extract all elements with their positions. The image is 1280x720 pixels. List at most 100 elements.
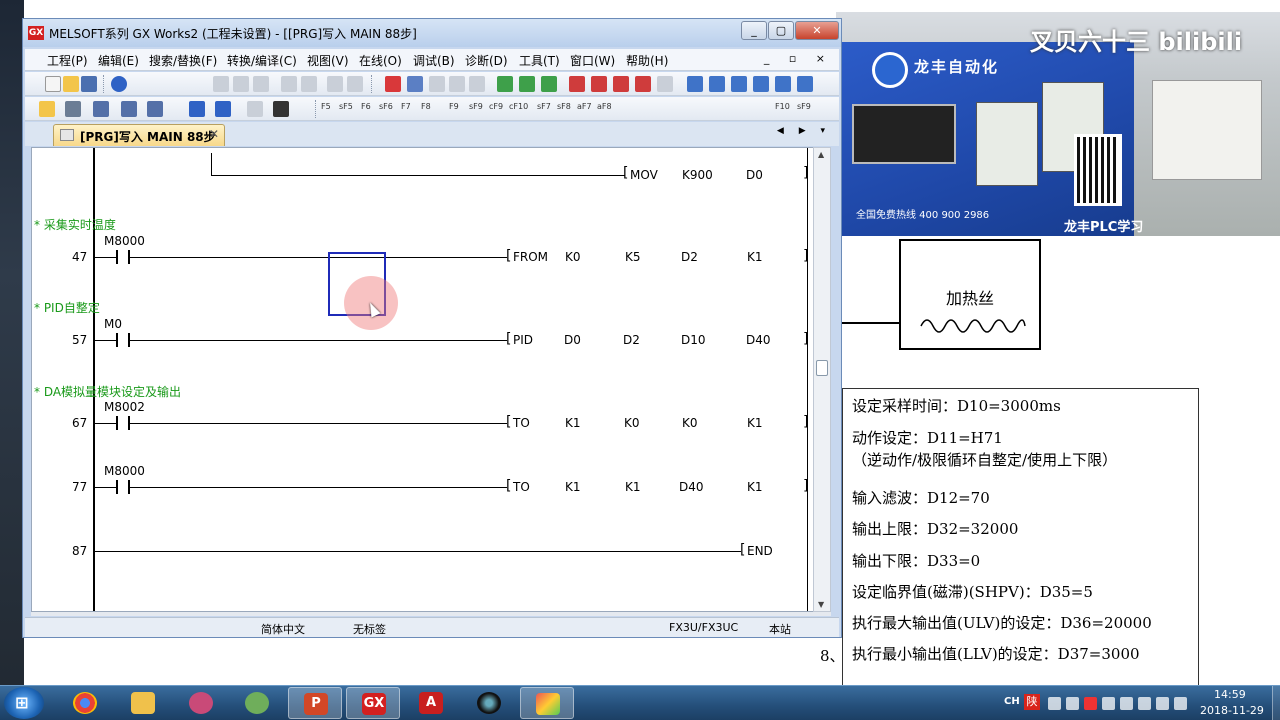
zoom-icon[interactable] xyxy=(189,101,205,117)
vertical-scrollbar[interactable]: ▲ ▼ xyxy=(813,147,831,612)
language-indicator[interactable]: CH xyxy=(1004,696,1020,707)
help-icon[interactable] xyxy=(111,76,127,92)
tray-app-icon[interactable] xyxy=(1084,697,1097,710)
taskbar-gx-works[interactable]: GX xyxy=(346,687,400,719)
cut-icon[interactable] xyxy=(385,76,401,92)
start-button[interactable]: ⊞ xyxy=(4,687,44,719)
undo-icon[interactable] xyxy=(449,76,465,92)
menu-project[interactable]: 工程(P) xyxy=(47,52,88,69)
debug-icon[interactable] xyxy=(731,76,747,92)
key-af8[interactable]: aF8 xyxy=(597,102,612,111)
online-icon[interactable] xyxy=(591,76,607,92)
instruction-op[interactable]: TO xyxy=(513,480,530,494)
online-icon[interactable] xyxy=(613,76,629,92)
tray-chevron-icon[interactable] xyxy=(1048,697,1061,710)
key-sf8[interactable]: sF8 xyxy=(557,102,571,111)
zoom-icon[interactable] xyxy=(215,101,231,117)
taskbar-chrome[interactable] xyxy=(58,687,112,719)
clock-time[interactable]: 14:59 xyxy=(1214,688,1246,701)
debug-icon[interactable] xyxy=(797,76,813,92)
instruction-op[interactable]: END xyxy=(747,544,773,558)
taskbar-screenshot-tool[interactable] xyxy=(174,687,228,719)
ladder-editor[interactable]: [ MOV K900 D0 ] * 采集实时温度 M8000 47 [ FROM… xyxy=(31,147,823,612)
menu-search-replace[interactable]: 搜索/替换(F) xyxy=(149,52,217,69)
scrollbar-thumb[interactable] xyxy=(816,360,828,376)
clock-date[interactable]: 2018-11-29 xyxy=(1200,704,1264,717)
action-center-icon[interactable] xyxy=(1174,697,1187,710)
horizontal-scrollbar[interactable] xyxy=(31,612,831,616)
app-icon[interactable]: GX xyxy=(28,26,44,40)
program-icon[interactable] xyxy=(281,76,297,92)
paste-icon[interactable] xyxy=(429,76,445,92)
menu-diagnostics[interactable]: 诊断(D) xyxy=(465,52,508,69)
ladder-icon[interactable] xyxy=(65,101,81,117)
tab-main-program[interactable]: [PRG]写入 MAIN 88步 ✕ xyxy=(53,124,225,146)
ime-indicator[interactable]: 陕 xyxy=(1024,694,1040,710)
tray-app-icon[interactable] xyxy=(1120,697,1133,710)
menu-help[interactable]: 帮助(H) xyxy=(626,52,668,69)
ladder-icon[interactable] xyxy=(39,101,55,117)
key-f10[interactable]: F10 xyxy=(775,102,790,111)
key-f6[interactable]: F6 xyxy=(361,102,371,111)
ladder-icon[interactable] xyxy=(247,101,263,117)
menu-window[interactable]: 窗口(W) xyxy=(570,52,615,69)
key-f9[interactable]: F9 xyxy=(449,102,459,111)
instruction-op[interactable]: FROM xyxy=(513,250,548,264)
scroll-up-icon[interactable]: ▲ xyxy=(818,150,824,159)
menu-online[interactable]: 在线(O) xyxy=(359,52,402,69)
scroll-down-icon[interactable]: ▼ xyxy=(818,600,824,609)
ladder-icon[interactable] xyxy=(93,101,109,117)
program-icon[interactable] xyxy=(301,76,317,92)
maximize-button[interactable]: ▢ xyxy=(768,21,794,40)
device-icon[interactable] xyxy=(519,76,535,92)
mdi-controls[interactable]: _ ▫ × xyxy=(764,52,833,65)
instruction-op[interactable]: PID xyxy=(513,333,533,347)
key-sf7[interactable]: sF7 xyxy=(537,102,551,111)
tray-app-icon[interactable] xyxy=(1066,697,1079,710)
online-icon[interactable] xyxy=(569,76,585,92)
taskbar-file-manager[interactable] xyxy=(116,687,170,719)
key-af7[interactable]: aF7 xyxy=(577,102,592,111)
save-icon[interactable] xyxy=(81,76,97,92)
debug-icon[interactable] xyxy=(775,76,791,92)
program-icon[interactable] xyxy=(213,76,229,92)
monitor-icon[interactable] xyxy=(657,76,673,92)
menu-convert-compile[interactable]: 转换/编译(C) xyxy=(227,52,297,69)
contact-symbol[interactable] xyxy=(116,333,130,347)
tab-navigation[interactable]: ◀ ▶ ▾ xyxy=(777,126,831,136)
key-cf10[interactable]: cF10 xyxy=(509,102,528,111)
key-sf5[interactable]: sF5 xyxy=(339,102,353,111)
program-icon[interactable] xyxy=(327,76,343,92)
close-icon[interactable]: ✕ xyxy=(209,127,219,141)
taskbar-powerpoint[interactable]: P xyxy=(288,687,342,719)
debug-icon[interactable] xyxy=(687,76,703,92)
program-icon[interactable] xyxy=(347,76,363,92)
ladder-icon[interactable] xyxy=(147,101,163,117)
key-cf9[interactable]: cF9 xyxy=(489,102,503,111)
menu-debug[interactable]: 调试(B) xyxy=(413,52,455,69)
menu-view[interactable]: 视图(V) xyxy=(307,52,349,69)
menu-edit[interactable]: 编辑(E) xyxy=(98,52,139,69)
contact-symbol[interactable] xyxy=(116,480,130,494)
online-icon[interactable] xyxy=(635,76,651,92)
taskbar-camera[interactable] xyxy=(462,687,516,719)
close-button[interactable]: ✕ xyxy=(795,21,839,40)
show-desktop-button[interactable] xyxy=(1272,686,1280,720)
contact-symbol[interactable] xyxy=(116,250,130,264)
debug-icon[interactable] xyxy=(709,76,725,92)
key-f5[interactable]: F5 xyxy=(321,102,331,111)
minimize-button[interactable]: _ xyxy=(741,21,767,40)
ladder-icon[interactable] xyxy=(121,101,137,117)
new-icon[interactable] xyxy=(45,76,61,92)
redo-icon[interactable] xyxy=(469,76,485,92)
taskbar-paint[interactable] xyxy=(230,687,284,719)
open-icon[interactable] xyxy=(63,76,79,92)
device-icon[interactable] xyxy=(497,76,513,92)
instruction-op[interactable]: TO xyxy=(513,416,530,430)
volume-icon[interactable] xyxy=(1156,697,1169,710)
key-sf6[interactable]: sF6 xyxy=(379,102,393,111)
debug-icon[interactable] xyxy=(753,76,769,92)
taskbar-video-recorder[interactable] xyxy=(520,687,574,719)
find-icon[interactable] xyxy=(273,101,289,117)
network-icon[interactable] xyxy=(1138,697,1151,710)
